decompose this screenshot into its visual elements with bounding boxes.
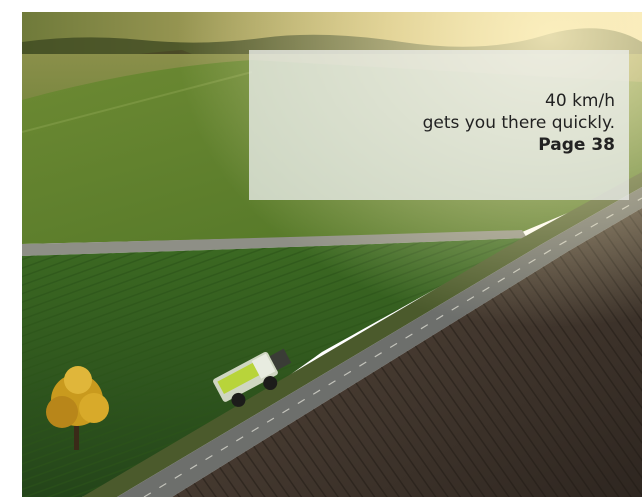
caption-tagline: gets you there quickly. — [422, 113, 615, 133]
caption-speed: 40 km/h — [545, 91, 615, 111]
caption-box: 40 km/h gets you there quickly. Page 38 — [249, 50, 629, 200]
caption-text: 40 km/h gets you there quickly. Page 38 — [423, 90, 615, 156]
caption-page-reference: Page 38 — [538, 135, 615, 155]
